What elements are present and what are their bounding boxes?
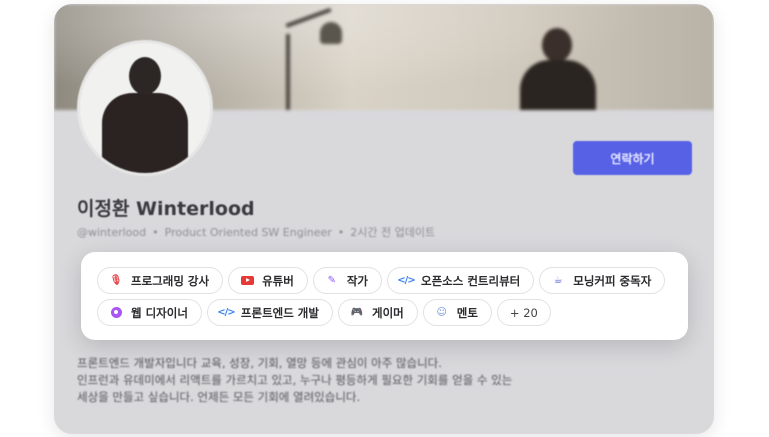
more-tags-label: + 20 — [509, 305, 538, 320]
palette-icon — [109, 306, 123, 320]
profile-name: 이정환 Winterlood — [77, 198, 255, 220]
tag-row: 🎙 프로그래밍 강사 유튜버 ✎ 작가 </> 오픈소스 컨트리뷰터 ☕ 모닝커… — [97, 267, 666, 294]
tag-opensource-contributor[interactable]: </> 오픈소스 컨트리뷰터 — [387, 267, 535, 294]
microphone-icon: 🎙 — [109, 274, 123, 286]
tag-label: 프로그래밍 강사 — [131, 273, 210, 288]
tag-gamer[interactable]: 🎮 게이머 — [337, 299, 418, 326]
tag-coffee-addict[interactable]: ☕ 모닝커피 중독자 — [539, 267, 666, 294]
tag-label: 유튜버 — [262, 273, 294, 288]
tag-label: 웹 디자이너 — [131, 305, 188, 320]
tag-row: 웹 디자이너 </> 프론트엔드 개발 🎮 게이머 ☺ 멘토 + 20 — [97, 299, 551, 326]
tag-label: 모닝커피 중독자 — [573, 273, 652, 288]
tag-label: 게이머 — [371, 305, 404, 320]
tag-web-designer[interactable]: 웹 디자이너 — [97, 299, 202, 326]
avatar — [77, 40, 213, 176]
meta-separator: • — [152, 226, 159, 239]
tag-label: 멘토 — [456, 305, 478, 320]
page: 연락하기 이정환 Winterlood @winterlood • Product … — [0, 0, 769, 437]
pen-icon: ✎ — [327, 274, 337, 286]
more-tags-button[interactable]: + 20 — [496, 299, 551, 326]
tag-mentor[interactable]: ☺ 멘토 — [422, 299, 492, 326]
bio-line: 세상을 만들고 싶습니다. 언제든 모든 기회에 열려있습니다. — [77, 390, 361, 404]
tag-label: 작가 — [346, 273, 368, 288]
bio-line: 인프런과 유데미에서 리액트를 가르치고 있고, 누구나 평등하게 필요한 기회… — [77, 373, 513, 387]
profile-updated: 2시간 전 업데이트 — [350, 226, 436, 239]
bio-line: 프론트엔드 개발자입니다 교육, 성장, 기회, 열망 등에 관심이 아주 많습… — [77, 356, 442, 370]
tag-label: 오픈소스 컨트리뷰터 — [421, 273, 521, 288]
profile-handle: @winterlood — [77, 226, 147, 239]
code-icon: </> — [397, 274, 415, 286]
profile-meta: @winterlood • Product Oriented SW Engineer… — [77, 224, 441, 240]
tag-panel: 🎙 프로그래밍 강사 유튜버 ✎ 작가 </> 오픈소스 컨트리뷰터 ☕ 모닝커… — [81, 252, 688, 340]
tag-frontend-dev[interactable]: </> 프론트엔드 개발 — [206, 299, 333, 326]
code-icon: </> — [217, 306, 235, 318]
youtube-icon — [240, 274, 254, 288]
tag-label: 프론트엔드 개발 — [240, 305, 319, 320]
profile-card: 연락하기 이정환 Winterlood @winterlood • Product … — [54, 4, 714, 434]
contact-button[interactable]: 연락하기 — [573, 141, 692, 175]
coffee-icon: ☕ — [553, 274, 563, 286]
meta-separator: • — [337, 226, 345, 239]
tag-youtuber[interactable]: 유튜버 — [228, 267, 308, 294]
gamepad-icon: 🎮 — [350, 306, 364, 318]
profile-role: Product Oriented SW Engineer — [164, 226, 332, 239]
tag-writer[interactable]: ✎ 작가 — [312, 267, 382, 294]
tag-programming-instructor[interactable]: 🎙 프로그래밍 강사 — [97, 267, 224, 294]
mentor-icon: ☺ — [436, 306, 447, 318]
profile-bio: 프론트엔드 개발자입니다 교육, 성장, 기회, 열망 등에 관심이 아주 많습… — [77, 355, 577, 406]
